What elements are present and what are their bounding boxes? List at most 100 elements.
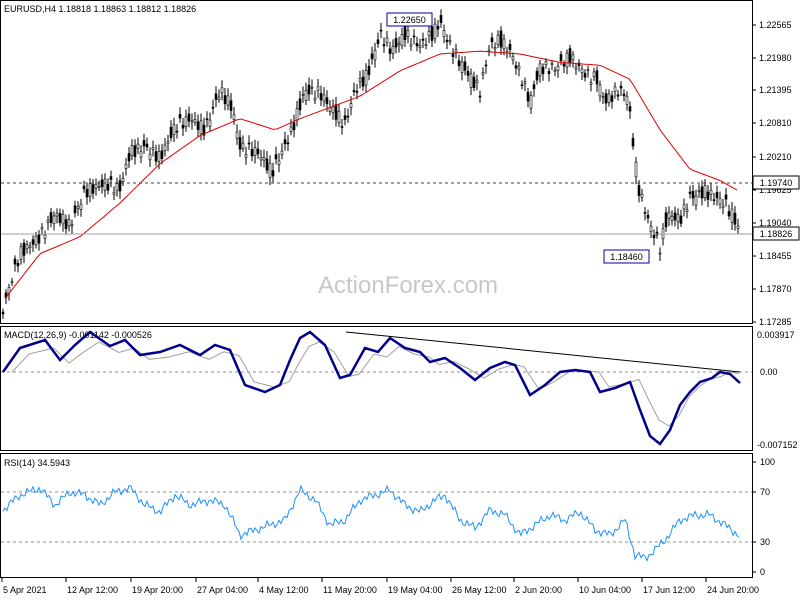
- candle-body: [340, 126, 344, 128]
- time-tick-label: 27 Apr 04:00: [197, 585, 248, 595]
- chart-window: EURUSD,H4 1.18818 1.18863 1.18812 1.1882…: [0, 0, 800, 600]
- candle-body: [154, 151, 158, 162]
- candle-body: [643, 212, 647, 214]
- candle-body: [352, 89, 356, 93]
- candle-body: [73, 205, 77, 214]
- candle-body: [658, 252, 662, 255]
- candle-body: [448, 40, 452, 43]
- candle-body: [268, 162, 272, 178]
- candle-body: [274, 154, 278, 160]
- candle-body: [646, 214, 650, 219]
- candle-body: [190, 120, 194, 123]
- candle-body: [271, 170, 275, 177]
- candle-body: [685, 209, 689, 212]
- candle-body: [187, 113, 191, 122]
- candle-body: [604, 93, 608, 104]
- candle-body: [580, 68, 584, 73]
- candle-body: [289, 126, 293, 132]
- candle-body: [277, 160, 281, 165]
- candle-body: [262, 157, 266, 161]
- candle-body: [247, 142, 251, 145]
- time-tick-label: 4 May 12:00: [259, 585, 309, 595]
- candle-body: [721, 205, 725, 208]
- candle-body: [700, 186, 704, 199]
- candle-body: [28, 245, 32, 248]
- candle-body: [469, 73, 473, 88]
- time-tick-label: 19 May 04:00: [388, 585, 443, 595]
- candle-body: [208, 119, 212, 127]
- candle-body: [394, 38, 398, 48]
- candle-body: [430, 26, 434, 41]
- candle-body: [532, 84, 536, 90]
- macd-axis-zero: 0.00: [760, 367, 778, 377]
- candle-body: [403, 24, 407, 40]
- price-tick-label: 1.18455: [759, 251, 792, 261]
- candle-body: [697, 190, 701, 193]
- price-tick-label: 1.21395: [759, 85, 792, 95]
- candle-body: [583, 72, 587, 78]
- candle-body: [142, 140, 146, 147]
- candle-body: [316, 86, 320, 91]
- candle-body: [58, 213, 62, 223]
- candle-body: [523, 81, 527, 84]
- candle-body: [358, 78, 362, 82]
- candle-body: [568, 48, 572, 64]
- candle-body: [109, 176, 113, 180]
- candle-body: [496, 34, 500, 45]
- candle-body: [439, 15, 443, 23]
- candle-body: [433, 23, 437, 39]
- candle-body: [688, 191, 692, 194]
- candle-body: [229, 100, 233, 111]
- candle-body: [325, 97, 329, 105]
- candle-body: [412, 35, 416, 38]
- low-label: 1.18460: [610, 252, 643, 262]
- candle-body: [85, 189, 89, 198]
- candle-body: [406, 30, 410, 37]
- time-tick-label: 10 Jun 04:00: [579, 585, 631, 595]
- candle-body: [574, 66, 578, 70]
- candle-body: [361, 76, 365, 87]
- candle-body: [664, 212, 668, 228]
- candle-body: [232, 114, 236, 120]
- price-header: EURUSD,H4 1.18818 1.18863 1.18812 1.1882…: [4, 4, 196, 14]
- candle-body: [346, 115, 350, 118]
- level-label: 1.19740: [760, 178, 793, 188]
- candle-body: [682, 204, 686, 210]
- price-tick-label: 1.20210: [759, 152, 792, 162]
- candle-body: [235, 131, 239, 139]
- candle-body: [442, 30, 446, 37]
- rsi-tick-label: 100: [760, 457, 775, 467]
- candle-body: [349, 103, 353, 108]
- candle-body: [649, 225, 653, 232]
- candle-body: [676, 214, 680, 222]
- candle-body: [169, 126, 173, 138]
- candle-body: [553, 69, 557, 72]
- candle-body: [10, 281, 14, 283]
- high-annotation: 1.22650: [386, 12, 433, 27]
- candle-body: [724, 194, 728, 200]
- candle-body: [589, 82, 593, 85]
- candle-body: [298, 98, 302, 111]
- rsi-tick-label: 30: [760, 537, 770, 547]
- candle-body: [379, 29, 383, 32]
- candle-body: [337, 111, 341, 124]
- candle-body: [457, 60, 461, 67]
- candle-body: [106, 184, 110, 191]
- candle-body: [466, 71, 470, 76]
- candle-body: [385, 37, 389, 43]
- candle-body: [607, 93, 611, 103]
- candle-body: [259, 157, 263, 161]
- candle-body: [628, 106, 632, 112]
- candle-body: [427, 31, 431, 36]
- candle-body: [598, 84, 602, 97]
- candle-body: [280, 150, 284, 155]
- candle-body: [220, 87, 224, 94]
- candle-body: [313, 98, 317, 101]
- candle-body: [421, 38, 425, 41]
- candle-body: [130, 145, 134, 157]
- candle-body: [214, 93, 218, 100]
- candle-body: [418, 45, 422, 48]
- candle-body: [538, 63, 542, 77]
- candle-body: [463, 61, 467, 71]
- candle-body: [256, 148, 260, 155]
